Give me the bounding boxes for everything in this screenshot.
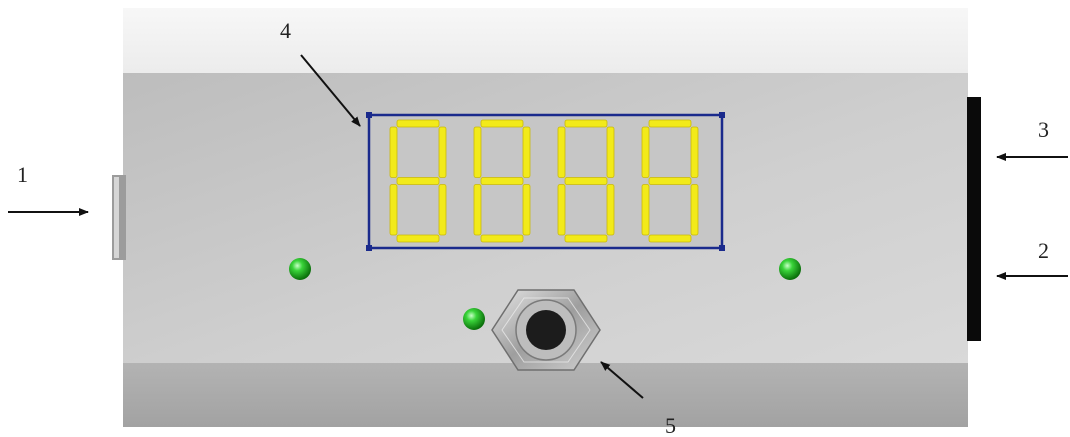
segment-middle (396, 177, 440, 185)
seven-segment-display (366, 112, 725, 251)
segment-top (480, 119, 524, 128)
indicator-led-left (289, 258, 311, 280)
segment-bottom-right (690, 184, 699, 236)
callout-label-5: 5 (665, 413, 676, 437)
segment-top-right (438, 126, 447, 178)
segment-bottom-left (641, 184, 650, 236)
segment-top-left (641, 126, 650, 178)
segment-top (648, 119, 692, 128)
segment-bottom (564, 234, 608, 243)
segment-top-right (690, 126, 699, 178)
segment-top (396, 119, 440, 128)
device-diagram: 1 3 2 4 5 (8, 8, 1068, 437)
indicator-led-center (463, 308, 485, 330)
segment-bottom-right (438, 184, 447, 236)
segment-bottom (648, 234, 692, 243)
segment-top-left (557, 126, 566, 178)
segment-bottom-right (522, 184, 531, 236)
segment-bottom-right (606, 184, 615, 236)
segment-bottom (480, 234, 524, 243)
callout-label-1: 1 (17, 162, 28, 187)
segment-top (564, 119, 608, 128)
segment-top-right (606, 126, 615, 178)
segment-bottom-left (389, 184, 398, 236)
indicator-led-right (779, 258, 801, 280)
segment-middle (480, 177, 524, 185)
segment-middle (564, 177, 608, 185)
segment-bottom-left (557, 184, 566, 236)
segment-bottom (396, 234, 440, 243)
segment-top-right (522, 126, 531, 178)
segment-top-left (473, 126, 482, 178)
segment-top-left (389, 126, 398, 178)
segment-middle (648, 177, 692, 185)
segment-bottom-left (473, 184, 482, 236)
right-side-connector-strip (967, 97, 981, 341)
callout-label-2: 2 (1038, 238, 1049, 263)
left-port (112, 175, 126, 260)
callout-label-4: 4 (280, 18, 291, 43)
callout-label-3: 3 (1038, 117, 1049, 142)
housing-top-face (123, 8, 968, 73)
housing-bottom-face (123, 363, 968, 427)
